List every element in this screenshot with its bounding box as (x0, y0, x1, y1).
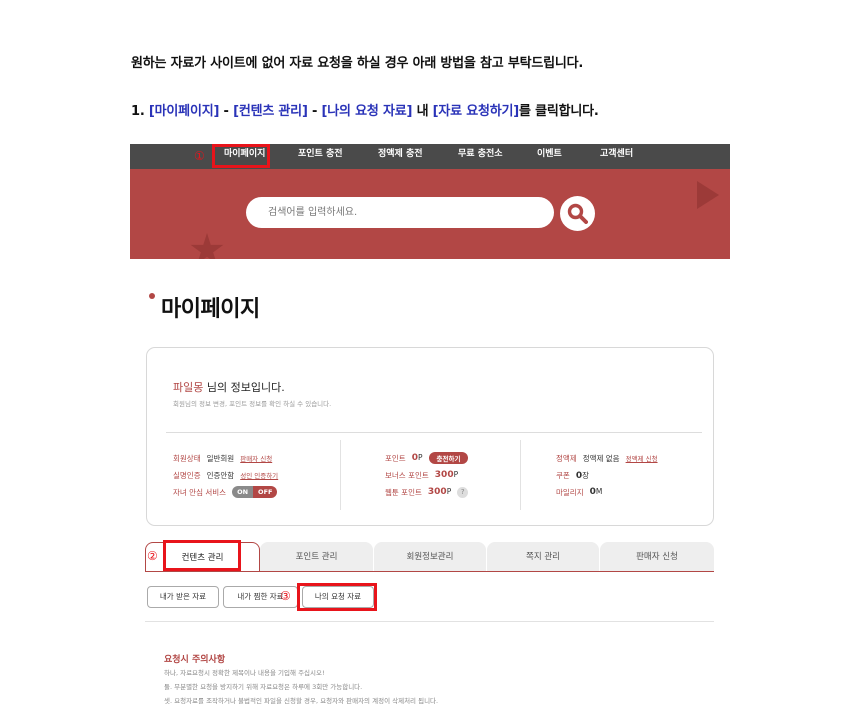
path-mid-text: 내 (412, 104, 433, 119)
point-label: 포인트 (385, 453, 406, 463)
bonus-point-row: 보너스 포인트 300P (385, 468, 458, 482)
greeting-suffix: 님의 정보입니다. (203, 381, 285, 394)
search-button[interactable] (560, 196, 595, 231)
search-banner: 검색어를 입력하세요. (130, 169, 730, 259)
member-status-label: 회원상태 (173, 453, 201, 463)
screenshot-panel: 마이페이지 포인트 충전 정액제 충전 무료 충전소 이벤트 고객센터 ① 검색… (130, 144, 730, 713)
path-sep-1: - (219, 104, 234, 119)
seller-apply-link[interactable]: 판매자 신청 (240, 453, 272, 463)
tab-message-manage[interactable]: 쪽지 관리 (487, 542, 599, 572)
notice-line: 둘. 무분별한 요청을 방지하기 위해 자료요청은 하루에 3회만 가능합니다. (164, 683, 363, 691)
coupon-label: 쿠폰 (556, 470, 570, 480)
path-request-button-ref: [자료 요청하기] (432, 104, 520, 119)
coupon-row: 쿠폰 0장 (556, 468, 589, 482)
tab-underline (145, 571, 714, 572)
safe-service-row: 자녀 안심 서비스 ON OFF (173, 485, 278, 499)
toggle-on: ON (232, 486, 254, 498)
flat-rate-value: 정액제 없음 (582, 453, 620, 463)
point-unit: P (417, 453, 423, 462)
flat-rate-row: 정액제 정액제 없음 정액제 신청 (556, 451, 658, 465)
arrow-decoration (697, 181, 719, 209)
subtab-divider (145, 621, 714, 622)
path-end-text: 를 클릭합니다. (519, 104, 599, 119)
notice-title: 요청시 주의사항 (164, 655, 226, 665)
bonus-point-label: 보너스 포인트 (385, 470, 429, 480)
webtoon-point-value: 300 (427, 487, 447, 497)
adult-verify-link[interactable]: 성인 인증하기 (240, 470, 278, 480)
search-icon (567, 203, 588, 224)
step1-instruction: 1. [마이페이지] - [컨텐츠 관리] - [나의 요청 자료] 내 [자료… (131, 100, 599, 119)
path-sep-2: - (307, 104, 322, 119)
subtab-received[interactable]: 내가 받은 자료 (147, 586, 219, 608)
highlight-my-requests (297, 583, 377, 611)
nav-item-support[interactable]: 고객센터 (600, 144, 633, 169)
member-status-value: 일반회원 (206, 453, 235, 463)
webtoon-point-label: 웹툰 포인트 (385, 487, 422, 497)
verify-row: 실명인증 인증안함 성인 인증하기 (173, 468, 278, 482)
member-status-row: 회원상태 일반회원 판매자 신청 (173, 451, 272, 465)
nav-item-point-charge[interactable]: 포인트 충전 (298, 144, 343, 169)
page-title: 마이페이지 (161, 297, 260, 322)
highlight-content-tab (163, 540, 241, 571)
column-divider (340, 440, 341, 510)
user-info-card: 파일몽 님의 정보입니다. 회원님의 정보 변경, 포인트 정보를 확인 하실 … (146, 347, 714, 526)
column-divider (520, 440, 521, 510)
webtoon-point-unit: P (446, 487, 452, 496)
bonus-point-value: 300 (434, 470, 454, 480)
path-mypage: [마이페이지] (148, 104, 220, 119)
title-dot (149, 293, 155, 299)
mileage-label: 마일리지 (556, 487, 584, 497)
bonus-point-unit: P (453, 470, 459, 479)
verify-label: 실명인증 (173, 470, 201, 480)
coupon-unit: 장 (582, 470, 589, 480)
tab-member-info[interactable]: 회원정보관리 (374, 542, 486, 572)
card-divider (166, 432, 702, 433)
intro-text: 원하는 자료가 사이트에 없어 자료 요청을 하실 경우 아래 방법을 참고 부… (131, 56, 584, 71)
help-icon[interactable]: ? (457, 486, 469, 498)
path-my-requests: [나의 요청 자료] (321, 104, 413, 119)
tab-seller-apply[interactable]: 판매자 신청 (600, 542, 714, 572)
user-name: 파일몽 (173, 381, 204, 394)
flat-rate-apply-link[interactable]: 정액제 신청 (626, 453, 658, 463)
tab-point-manage[interactable]: 포인트 관리 (260, 542, 373, 572)
mileage-row: 마일리지 0M (556, 485, 602, 499)
search-input[interactable]: 검색어를 입력하세요. (246, 197, 554, 228)
point-row: 포인트 0P 충전하기 (385, 451, 469, 465)
webtoon-point-row: 웹툰 포인트 300P ? (385, 485, 469, 499)
step-number: 1. (131, 104, 145, 119)
highlight-mypage (212, 144, 270, 168)
safe-service-label: 자녀 안심 서비스 (173, 487, 227, 497)
nav-item-free-charge[interactable]: 무료 충전소 (458, 144, 503, 169)
greeting-sub: 회원님의 정보 변경, 포인트 정보를 확인 하실 수 있습니다. (173, 400, 332, 408)
greeting: 파일몽 님의 정보입니다. (173, 379, 285, 395)
toggle-off: OFF (253, 486, 278, 498)
path-content-manage: [컨텐츠 관리] (233, 104, 308, 119)
notice-line: 셋. 요청자료를 조작하거나 불법적인 파일을 신청할 경우, 요청자와 판매자… (164, 697, 439, 705)
star-decoration (190, 233, 224, 259)
nav-item-event[interactable]: 이벤트 (537, 144, 562, 169)
marker-3: ③ (280, 589, 291, 603)
marker-2: ② (147, 549, 158, 563)
charge-button[interactable]: 충전하기 (428, 452, 469, 464)
mileage-unit: M (595, 487, 603, 496)
verify-value: 인증안함 (206, 470, 235, 480)
marker-1: ① (194, 149, 205, 163)
safe-service-toggle[interactable]: ON OFF (232, 486, 278, 498)
notice-line: 하나, 자료요청시 정확한 제목이나 내용을 기입해 주십시오! (164, 669, 325, 677)
flat-rate-label: 정액제 (556, 453, 577, 463)
nav-item-flat-charge[interactable]: 정액제 충전 (378, 144, 423, 169)
